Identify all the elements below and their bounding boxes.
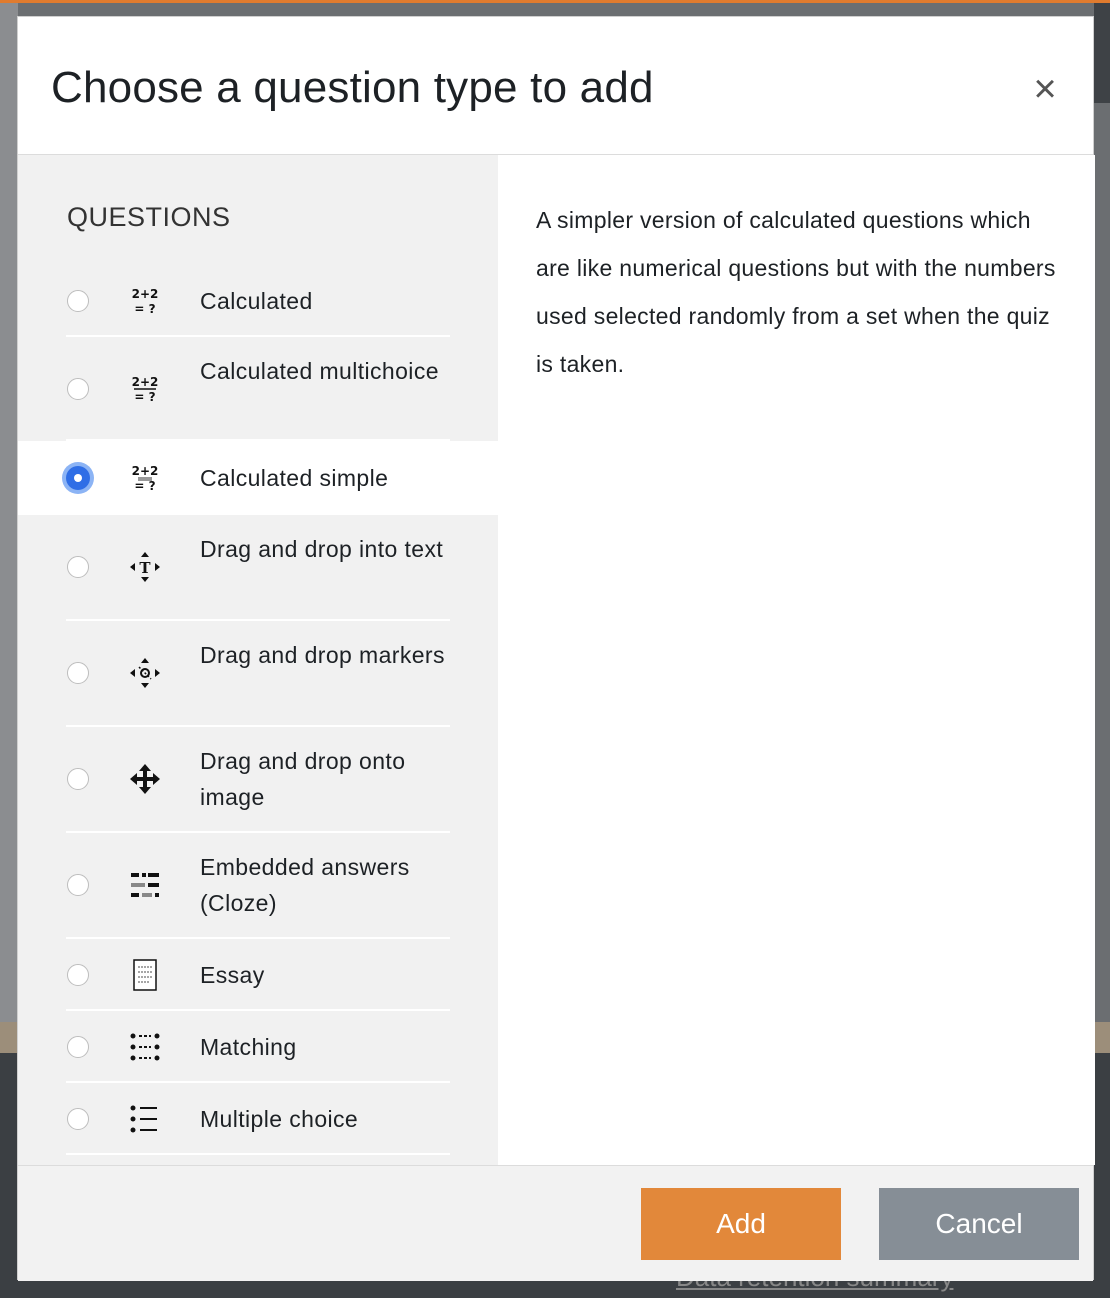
option-label: Drag and drop into text: [200, 536, 444, 562]
add-button[interactable]: Add: [641, 1188, 841, 1260]
radio-calculated-simple[interactable]: [62, 462, 94, 494]
svg-text:= ?: = ?: [134, 390, 155, 404]
calculated-multichoice-icon: 2+2 = ?: [129, 373, 161, 405]
option-label: Embedded answers (Cloze): [200, 854, 410, 916]
option-label: Drag and drop onto image: [200, 748, 406, 810]
option-label: Calculated multichoice: [200, 358, 439, 384]
option-essay[interactable]: Essay: [18, 939, 498, 1011]
option-label: Drag and drop markers: [200, 642, 445, 668]
matching-icon: [129, 1031, 161, 1063]
dialog-header: Choose a question type to add ×: [18, 17, 1093, 155]
svg-text:= ?: = ?: [134, 479, 155, 493]
background-page-right: [1094, 3, 1110, 103]
calculated-icon: 2+2 = ?: [129, 285, 161, 317]
svg-text:= ?: = ?: [134, 302, 155, 316]
radio-calculated[interactable]: [67, 290, 89, 312]
option-calculated-simple[interactable]: 2+2 = ? Calculated simple: [18, 441, 498, 515]
svg-text:T: T: [139, 559, 151, 577]
svg-text:2+2: 2+2: [132, 464, 159, 478]
drag-drop-text-icon: T: [129, 551, 161, 583]
option-drag-drop-markers[interactable]: Drag and drop markers: [18, 621, 498, 727]
essay-icon: [129, 959, 161, 991]
option-drag-drop-text[interactable]: T Drag and drop into text: [18, 515, 498, 621]
description-panel: A simpler version of calculated question…: [498, 155, 1095, 1165]
option-divider: [66, 1153, 450, 1155]
dialog-title: Choose a question type to add: [51, 63, 654, 112]
radio-drag-drop-image[interactable]: [67, 768, 89, 790]
cancel-button[interactable]: Cancel: [879, 1188, 1079, 1260]
option-matching[interactable]: Matching: [18, 1011, 498, 1083]
option-label: Multiple choice: [200, 1106, 359, 1132]
option-calculated-multichoice[interactable]: 2+2 = ? Calculated multichoice: [18, 337, 498, 441]
calculated-simple-icon: 2+2 = ?: [129, 462, 161, 494]
radio-essay[interactable]: [67, 964, 89, 986]
radio-matching[interactable]: [67, 1036, 89, 1058]
close-icon[interactable]: ×: [1027, 69, 1063, 109]
svg-text:2+2: 2+2: [132, 287, 159, 301]
multiple-choice-icon: [129, 1103, 161, 1135]
drag-drop-image-icon: [129, 763, 161, 795]
question-options-list: QUESTIONS 2+2 = ? Calculated 2+2 = ? Calcu…: [18, 155, 498, 1165]
option-drag-drop-image[interactable]: Drag and drop onto image: [18, 727, 498, 833]
option-label: Calculated: [200, 288, 313, 314]
radio-multiple-choice[interactable]: [67, 1108, 89, 1130]
dialog-footer: Add Cancel: [18, 1165, 1093, 1281]
drag-drop-markers-icon: [129, 657, 161, 689]
svg-text:2+2: 2+2: [132, 375, 159, 389]
question-type-description: A simpler version of calculated question…: [536, 207, 1056, 377]
radio-calculated-multichoice[interactable]: [67, 378, 89, 400]
option-cloze[interactable]: Embedded answers (Cloze): [18, 833, 498, 939]
question-type-dialog: Choose a question type to add × QUESTION…: [17, 16, 1095, 1281]
option-label: Calculated simple: [200, 465, 389, 491]
option-calculated[interactable]: 2+2 = ? Calculated: [18, 265, 498, 337]
background-page-left: [0, 3, 18, 1053]
radio-drag-drop-markers[interactable]: [67, 662, 89, 684]
option-label: Essay: [200, 962, 265, 988]
option-label: Matching: [200, 1034, 297, 1060]
cloze-icon: [129, 869, 161, 901]
questions-section-heading: QUESTIONS: [67, 202, 231, 232]
option-multiple-choice[interactable]: Multiple choice: [18, 1083, 498, 1155]
radio-drag-drop-text[interactable]: [67, 556, 89, 578]
radio-cloze[interactable]: [67, 874, 89, 896]
page-top-accent-bar: [0, 0, 1110, 3]
